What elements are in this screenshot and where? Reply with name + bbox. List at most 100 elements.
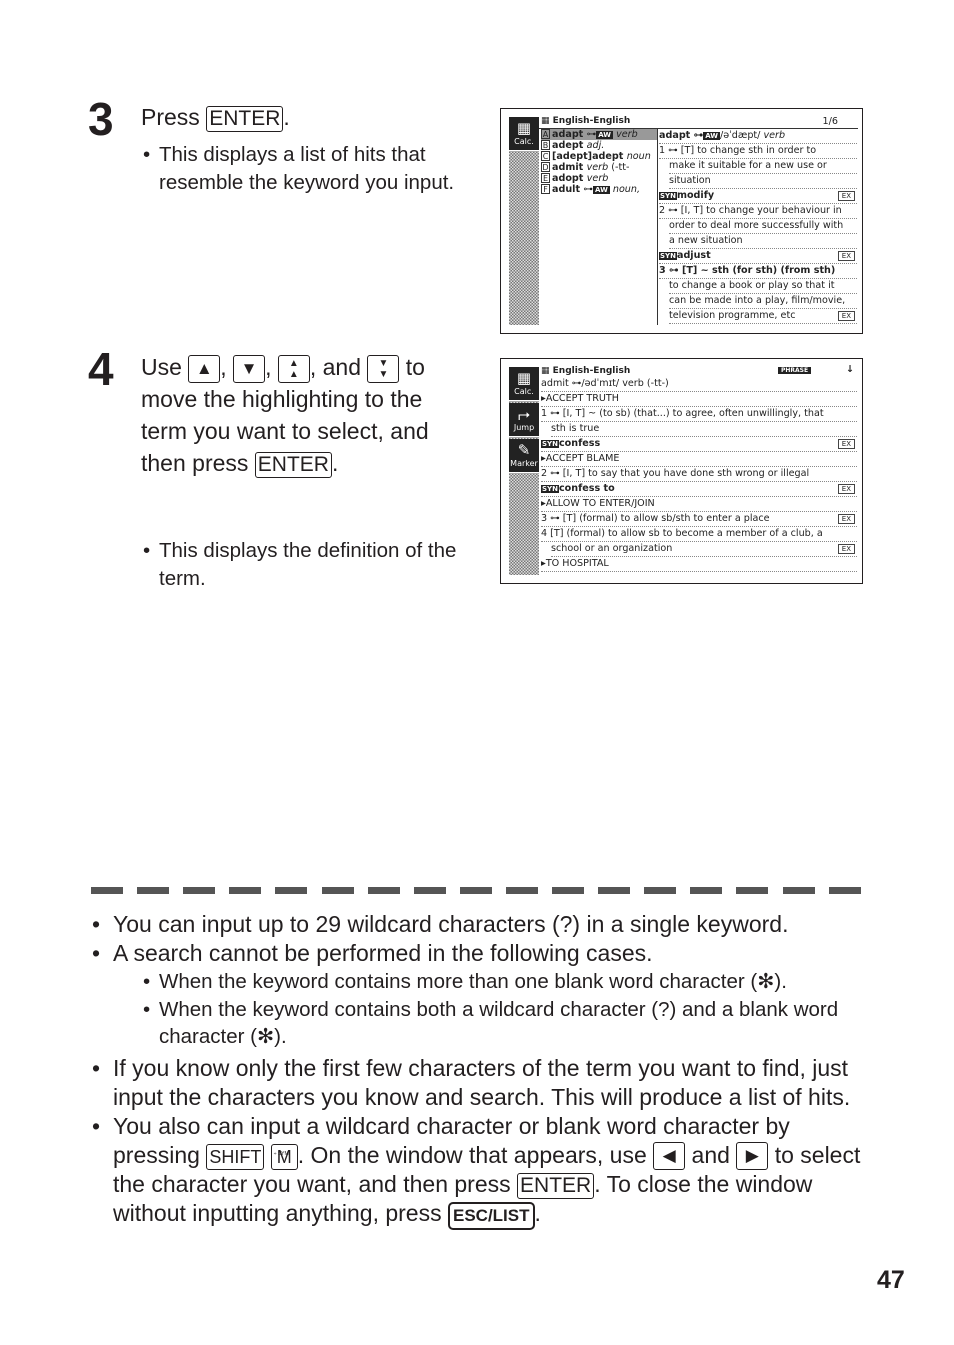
line-text: to change a book or play so that it (669, 280, 835, 291)
hit-list-item[interactable]: C [adept]adept noun (541, 151, 657, 162)
item-pos: noun, (609, 184, 641, 195)
enter-key: ENTER (517, 1173, 595, 1200)
dash-segment (644, 887, 677, 894)
line-text: ▸ALLOW TO ENTER/JOIN (541, 498, 655, 509)
note-1: You can input up to 29 wildcard characte… (92, 910, 862, 939)
example-button[interactable]: EX (837, 484, 855, 494)
scroll-down-icon: ↓ (845, 364, 854, 375)
note-2a: When the keyword contains more than one … (143, 968, 862, 996)
aw-badge: AW (596, 131, 614, 139)
dictionary-screen-list: ▦ Calc. ▦ English-English 1/6 Aadapt ⊶ AW … (500, 108, 863, 334)
dash-segment (459, 887, 492, 894)
dash-segment (690, 887, 723, 894)
line-text: situation (669, 175, 711, 186)
syn-badge: SYN (659, 252, 677, 260)
note-4: You also can input a wildcard character … (92, 1112, 862, 1231)
step4-bullet: This displays the definition of the term… (143, 537, 463, 592)
definition-line: order to deal more successfully with (669, 219, 857, 234)
definition-line: 2 ⊶ [I, T] to say that you have done sth… (541, 467, 857, 482)
line-text: 1 ⊶ [T] to change sth in order to (659, 145, 817, 156)
example-button[interactable]: EX (837, 544, 855, 554)
dash-segment (137, 887, 170, 894)
headword-text: adapt ⊶ (659, 130, 704, 141)
line-text: school or an organization (551, 543, 673, 554)
item-pos: noun (626, 151, 651, 162)
line-text: 1 ⊶ [I, T] ~ (to sb) (that...) to agree,… (541, 408, 824, 419)
definition-line: SYNconfess to EX (541, 482, 857, 497)
line-text: 4 [T] (formal) to allow sb to become a m… (541, 528, 823, 539)
definition-line: 3 ⊶ [T] (formal) to allow sb/sth to ente… (541, 512, 857, 527)
dash-segment (367, 887, 400, 894)
notes: You can input up to 29 wildcard characte… (92, 910, 862, 1231)
pronunciation: /əˈdæpt/ (720, 130, 764, 141)
line-text: sth is true (551, 423, 600, 434)
step4-instruction: Use ▲, ▼, ▲ ▲, and ▼ ▼ to move the highlig… (141, 354, 429, 478)
jump-icon: ⮣ (517, 405, 530, 423)
item-letter: B (541, 140, 550, 150)
aw-badge: AW (703, 132, 721, 140)
definition-line: SYNmodify EX (659, 189, 857, 204)
line-text: a new situation (669, 235, 743, 246)
line-text: ▸ACCEPT TRUTH (541, 393, 619, 404)
definition-line: SYNadjust EX (659, 249, 857, 264)
calc-button[interactable]: ▦ Calc. (509, 367, 539, 401)
right-arrow-key: ▶ (736, 1142, 769, 1171)
marker-button[interactable]: ✎ Marker (509, 439, 539, 473)
sidebar: ▦ Calc. (509, 117, 539, 325)
dictionary-screen-definition: ▦ Calc. ⮣ Jump ✎ Marker ▦ English-English P… (500, 358, 863, 584)
definition-line: 3 ⊶ [T] ~ sth (for sth) (from sth) (659, 264, 857, 279)
hit-list-item[interactable]: Aadapt ⊶ AW verb (541, 129, 657, 140)
line-text: admit ⊶/ədˈmɪt/ verb (-tt-) (541, 378, 669, 389)
shift-key: SHIFT (206, 1143, 265, 1170)
definition-line: ▸ACCEPT BLAME (541, 452, 857, 467)
note-3: If you know only the first few character… (92, 1054, 862, 1112)
down-arrow-key: ▼ (233, 354, 266, 383)
left-arrow-key: ◀ (653, 1142, 686, 1171)
phrase-badge: PHRASE (778, 367, 812, 374)
line-text: can be made into a play, film/movie, (669, 295, 846, 306)
syn-badge: SYN (541, 440, 559, 448)
dash-segment (552, 887, 584, 894)
definition-line: ▸TO HOSPITAL (541, 557, 857, 572)
item-pos: verb (586, 162, 609, 173)
example-button[interactable]: EX (837, 251, 855, 261)
dash-segment (828, 887, 861, 894)
line-text: order to deal more successfully with (669, 220, 844, 231)
hit-list-item[interactable]: Badept adj. (541, 140, 657, 151)
line-text: 2 ⊶ [I, T] to say that you have done sth… (541, 468, 810, 479)
definition-line: 1 ⊶ [I, T] ~ (to sb) (that...) to agree,… (541, 407, 857, 422)
calc-button[interactable]: ▦ Calc. (509, 117, 539, 151)
up-arrow-key: ▲ (188, 354, 221, 383)
example-button[interactable]: EX (837, 311, 855, 321)
definition-line: television programme, etc EX (669, 309, 857, 324)
jump-button[interactable]: ⮣ Jump (509, 403, 539, 437)
definition-line: situation (669, 174, 857, 189)
line-text: ▸ACCEPT BLAME (541, 453, 620, 464)
example-button[interactable]: EX (837, 514, 855, 524)
item-extra: (-tt- (608, 162, 630, 173)
item-pos: adj. (586, 140, 605, 151)
definition-line: admit ⊶/ədˈmɪt/ verb (-tt-) (541, 377, 857, 392)
hit-list-item[interactable]: Eadopt verb (541, 173, 657, 184)
marker-icon: ✎ (517, 441, 531, 459)
aw-badge: AW (592, 186, 610, 194)
example-button[interactable]: EX (837, 439, 855, 449)
enter-key: ENTER (206, 106, 284, 132)
syn-badge: SYN (541, 485, 559, 493)
page-number: 47 (877, 1266, 905, 1294)
hit-list-item[interactable]: Dadmit verb (-tt- (541, 162, 657, 173)
page-up-key: ▲ ▲ (277, 354, 310, 383)
part-of-speech: verb (763, 130, 786, 141)
line-text: confess (558, 438, 601, 449)
dash-segment (782, 887, 815, 894)
m-sym-key: M ÷ SYM (270, 1143, 298, 1170)
item-word: adapt (552, 129, 587, 140)
hit-list-item[interactable]: Fadult ⊶ AW noun, (541, 184, 657, 195)
definition-line: a new situation (669, 234, 857, 249)
example-button[interactable]: EX (837, 191, 855, 201)
line-text: make it suitable for a new use or (669, 160, 827, 171)
definition-line: sth is true (551, 422, 857, 437)
dash-segment (321, 887, 354, 894)
item-pos: verb (586, 173, 609, 184)
line-text: 3 ⊶ [T] (formal) to allow sb/sth to ente… (541, 513, 770, 524)
